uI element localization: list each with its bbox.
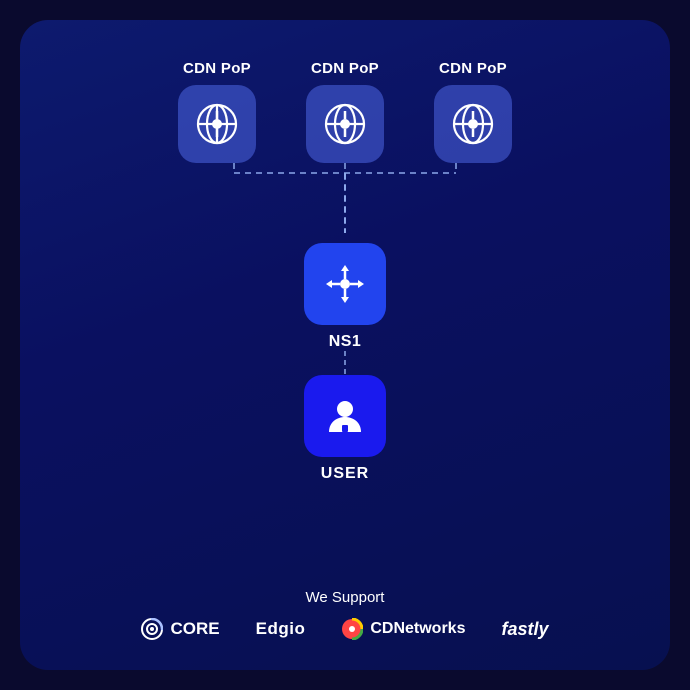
globe-icon-1 — [194, 101, 240, 147]
cdn-icon-box-3 — [434, 85, 512, 163]
logos-row: CORE Edgio CDNetworks fastly — [141, 618, 548, 640]
ns1-section: NS1 — [304, 243, 386, 351]
edgio-label: Edgio — [256, 619, 306, 639]
cdnetworks-logo: CDNetworks — [341, 618, 465, 640]
core-label: CORE — [170, 619, 219, 639]
cdnetworks-icon — [341, 618, 363, 640]
globe-icon-3 — [450, 101, 496, 147]
cdn-pop-2: CDN PoP — [306, 60, 384, 163]
vertical-connector-svg — [343, 351, 347, 375]
diagram: CDN PoP CDN PoP — [60, 60, 630, 589]
core-logo: CORE — [141, 618, 219, 640]
cdn-ns1-connectors — [195, 163, 495, 243]
cdn-pop-label-2: CDN PoP — [311, 60, 379, 77]
connector-svg — [195, 163, 495, 243]
globe-icon-2 — [322, 101, 368, 147]
cdn-pop-3: CDN PoP — [434, 60, 512, 163]
fastly-logo: fastly — [501, 619, 548, 640]
cdn-icon-box-2 — [306, 85, 384, 163]
ns1-user-connector — [343, 351, 347, 375]
fastly-label: fastly — [501, 619, 548, 640]
cdn-pop-label-1: CDN PoP — [183, 60, 251, 77]
ns1-label: NS1 — [329, 333, 362, 351]
ns1-icon-box — [304, 243, 386, 325]
ns1-icon — [321, 260, 369, 308]
user-icon — [321, 392, 369, 440]
cdn-icon-box-1 — [178, 85, 256, 163]
user-section: USER — [304, 375, 386, 483]
support-section: We Support CORE Edgio — [141, 589, 548, 640]
cdn-pop-label-3: CDN PoP — [439, 60, 507, 77]
cdn-row: CDN PoP CDN PoP — [178, 60, 512, 163]
core-icon — [141, 618, 163, 640]
cdn-pop-1: CDN PoP — [178, 60, 256, 163]
main-card: CDN PoP CDN PoP — [20, 20, 670, 670]
support-heading: We Support — [306, 589, 385, 606]
cdnetworks-label: CDNetworks — [370, 620, 465, 638]
user-icon-box — [304, 375, 386, 457]
edgio-logo: Edgio — [256, 619, 306, 639]
user-label: USER — [321, 465, 369, 483]
